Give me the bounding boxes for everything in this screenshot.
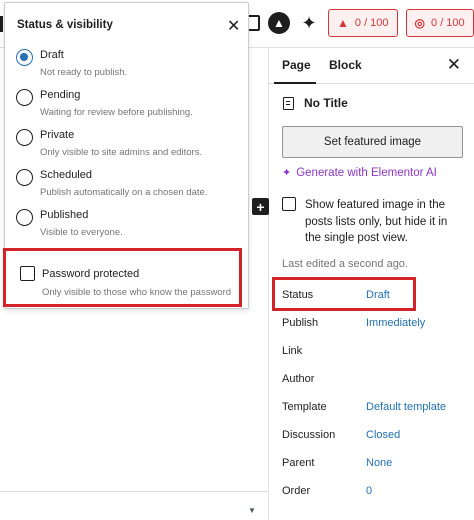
- seo-score-button[interactable]: ▲ 0 / 100: [328, 9, 398, 37]
- password-highlight-box: [3, 248, 242, 307]
- elementor-ai-sparkle-icon: ✦: [282, 167, 292, 179]
- parent-value-button[interactable]: None: [366, 457, 392, 469]
- template-row: Template Default template: [282, 401, 472, 421]
- document-icon: [283, 96, 294, 110]
- draft-label: Draft: [40, 49, 64, 61]
- popover-title: Status & visibility: [17, 19, 113, 31]
- seo-score-value: 0 / 100: [354, 17, 389, 29]
- private-label: Private: [40, 129, 75, 141]
- set-featured-image-button[interactable]: Set featured image: [282, 126, 463, 158]
- status-option-pending[interactable]: Pending Waiting for review before publis…: [15, 88, 243, 124]
- discussion-row: Discussion Closed: [282, 429, 472, 449]
- parent-row: Parent None: [282, 457, 472, 477]
- published-radio[interactable]: [16, 209, 33, 226]
- readability-score-icon: ◎: [414, 16, 426, 30]
- private-radio[interactable]: [16, 129, 33, 146]
- draft-radio[interactable]: [16, 49, 33, 66]
- pending-label: Pending: [40, 89, 81, 101]
- order-value-button[interactable]: 0: [366, 485, 372, 497]
- active-tab-indicator: [274, 82, 316, 84]
- document-summary: No Title: [283, 96, 348, 110]
- toolbar-icon-group: ▲ ✦ ▲ 0 / 100 ◎ 0 / 100: [244, 9, 474, 37]
- pending-radio[interactable]: [16, 89, 33, 106]
- author-row: Author: [282, 373, 472, 393]
- astra-logo-icon[interactable]: ▲: [268, 12, 290, 34]
- generate-elementor-ai-link[interactable]: ✦ Generate with Elementor AI: [282, 166, 437, 180]
- readability-score-value: 0 / 100: [431, 17, 465, 29]
- seo-score-icon: ▲: [337, 16, 349, 30]
- published-label: Published: [40, 209, 89, 221]
- status-option-scheduled[interactable]: Scheduled Publish automatically on a cho…: [15, 168, 243, 204]
- close-popover-icon[interactable]: ✕: [227, 16, 240, 36]
- draft-description: Not ready to publish.: [40, 67, 128, 78]
- sidebar-tabs: Page Block ✕: [269, 48, 474, 84]
- readability-score-button[interactable]: ◎ 0 / 100: [405, 9, 474, 37]
- published-description: Visible to everyone.: [40, 227, 123, 238]
- publish-value-button[interactable]: Immediately: [366, 317, 425, 329]
- status-option-private[interactable]: Private Only visible to site admins and …: [15, 128, 243, 164]
- discussion-value-button[interactable]: Closed: [366, 429, 400, 441]
- tab-block[interactable]: Block: [329, 58, 362, 72]
- canvas-footer-divider: [0, 491, 268, 492]
- scroll-down-arrow-icon[interactable]: ▼: [248, 506, 256, 515]
- status-option-draft[interactable]: Draft Not ready to publish.: [15, 48, 243, 84]
- order-row: Order 0: [282, 485, 472, 505]
- publish-row: Publish Immediately: [282, 317, 472, 337]
- publish-label: Publish: [282, 317, 319, 329]
- order-label: Order: [282, 485, 311, 497]
- block-inserter-button[interactable]: +: [252, 198, 269, 215]
- toolbar-edge-glyph: [0, 16, 3, 32]
- ai-sparkle-icon[interactable]: ✦: [298, 13, 320, 34]
- hide-featured-image-checkbox[interactable]: [282, 197, 296, 211]
- link-label: Link: [282, 345, 303, 357]
- last-edited-text: Last edited a second ago.: [282, 258, 408, 270]
- template-value-button[interactable]: Default template: [366, 401, 446, 413]
- status-highlight-box: [272, 277, 416, 311]
- pending-description: Waiting for review before publishing.: [40, 107, 193, 118]
- hide-featured-image-label: Show featured image in the posts lists o…: [305, 199, 448, 244]
- scheduled-radio[interactable]: [16, 169, 33, 186]
- close-sidebar-icon[interactable]: ✕: [447, 55, 461, 75]
- discussion-label: Discussion: [282, 429, 336, 441]
- private-description: Only visible to site admins and editors.: [40, 147, 203, 158]
- elementor-ai-label: Generate with Elementor AI: [296, 166, 437, 179]
- document-title: No Title: [304, 96, 348, 110]
- scheduled-label: Scheduled: [40, 169, 92, 181]
- scheduled-description: Publish automatically on a chosen date.: [40, 187, 208, 198]
- link-row: Link: [282, 345, 472, 365]
- author-label: Author: [282, 373, 315, 385]
- template-label: Template: [282, 401, 327, 413]
- parent-label: Parent: [282, 457, 315, 469]
- status-option-published[interactable]: Published Visible to everyone.: [15, 208, 243, 244]
- tab-page[interactable]: Page: [282, 58, 311, 72]
